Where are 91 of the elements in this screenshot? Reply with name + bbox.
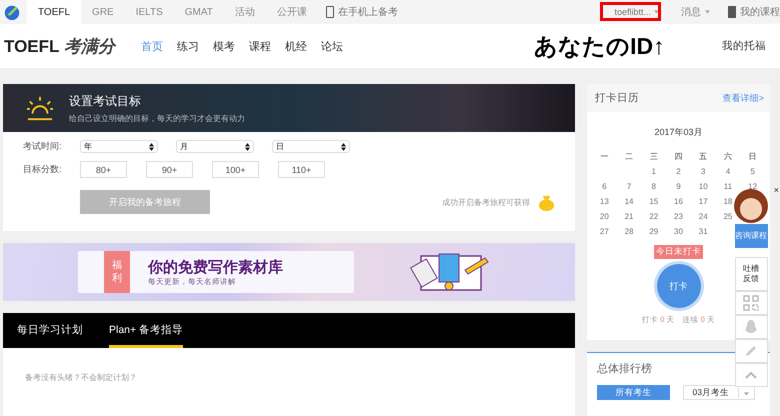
score-option[interactable]: 100+ bbox=[212, 161, 259, 178]
ranking-title: 总体排行榜 bbox=[597, 362, 652, 376]
calendar-day: 3 bbox=[690, 167, 716, 176]
edit-button[interactable] bbox=[734, 339, 768, 363]
calendar-day: 2 bbox=[666, 167, 691, 176]
calendar-day: 8 bbox=[641, 182, 666, 191]
calendar-day: 24 bbox=[690, 212, 716, 221]
calendar-day: 30 bbox=[666, 227, 691, 236]
highlight-frame bbox=[600, 2, 661, 21]
pencil-icon bbox=[743, 343, 759, 359]
calendar-day: 23 bbox=[666, 212, 691, 221]
score-option[interactable]: 90+ bbox=[146, 161, 193, 178]
top-tab[interactable]: TOEFL bbox=[27, 0, 82, 24]
nav-link[interactable]: 模考 bbox=[212, 38, 235, 54]
my-courses-link[interactable]: 我的课程 bbox=[728, 5, 780, 19]
phone-icon bbox=[326, 6, 334, 18]
calendar-day: 29 bbox=[641, 227, 666, 236]
calendar-day: 31 bbox=[690, 227, 716, 236]
plan-tab[interactable]: Plan+ 备考指导 bbox=[109, 313, 184, 348]
reward-text: 成功开启备考旅程可获得 bbox=[442, 196, 530, 208]
my-toefl-link[interactable]: 我的托福 bbox=[722, 39, 766, 53]
calendar-day: 15 bbox=[641, 197, 666, 206]
calendar-day: 11 bbox=[716, 182, 740, 191]
calendar-day: 18 bbox=[716, 197, 740, 206]
date-select[interactable]: 月 bbox=[176, 140, 254, 153]
calendar-day: 21 bbox=[616, 212, 642, 221]
target-score-label: 目标分数: bbox=[23, 163, 63, 176]
back-to-top-button[interactable] bbox=[734, 363, 768, 387]
globe-logo-icon[interactable] bbox=[3, 3, 21, 21]
caret-icon bbox=[705, 10, 710, 14]
calendar-day: 17 bbox=[690, 197, 716, 206]
calendar-month: 2017年03月 bbox=[653, 126, 704, 139]
annotation-text: あなたのID↑ bbox=[534, 32, 665, 61]
coin-bag-icon bbox=[538, 194, 555, 210]
sunrise-icon bbox=[25, 95, 55, 121]
calendar-day: 4 bbox=[716, 167, 740, 176]
nav-link[interactable]: 练习 bbox=[176, 38, 199, 54]
calendar-day: 5 bbox=[740, 167, 765, 176]
logo[interactable]: TOEFL 考满分 bbox=[4, 34, 115, 58]
calendar-day: 7 bbox=[616, 182, 642, 191]
weekday-label: 日 bbox=[748, 151, 758, 162]
plan-prompt: 备考没有头绪？不会制定计划？ bbox=[24, 372, 138, 383]
calendar-day: 9 bbox=[666, 182, 691, 191]
calendar-day: 1 bbox=[641, 167, 666, 176]
calendar-day: 20 bbox=[592, 212, 617, 221]
calendar-day: 25 bbox=[716, 212, 740, 221]
mobile-link[interactable]: 在手机上备考 bbox=[326, 5, 398, 19]
caret-icon bbox=[744, 392, 749, 396]
date-select[interactable]: 日 bbox=[272, 140, 350, 153]
goal-subtitle: 给自己设立明确的目标，每天的学习才会更有动力 bbox=[69, 112, 245, 124]
close-button[interactable]: × bbox=[774, 185, 779, 195]
exam-date-label: 考试时间: bbox=[23, 140, 63, 153]
calendar-day: 16 bbox=[666, 197, 691, 206]
calendar-day: 6 bbox=[592, 182, 617, 191]
up-down-arrows-icon bbox=[149, 142, 154, 150]
nav-link[interactable]: 论坛 bbox=[320, 38, 343, 54]
calendar-day: 10 bbox=[690, 182, 716, 191]
nav-link[interactable]: 机经 bbox=[284, 38, 307, 54]
calendar-day: 13 bbox=[592, 197, 617, 206]
weekday-label: 一 bbox=[599, 151, 610, 162]
feedback-button[interactable]: 吐槽反馈 bbox=[734, 257, 768, 291]
calendar-day: 12 bbox=[740, 182, 765, 191]
up-down-arrows-icon bbox=[245, 142, 250, 150]
checkin-status-badge: 今日未打卡 bbox=[654, 245, 703, 259]
plan-tab[interactable]: 每日学习计划 bbox=[17, 313, 83, 348]
score-option[interactable]: 80+ bbox=[80, 161, 127, 178]
qr-code-icon bbox=[743, 295, 759, 311]
date-select[interactable]: 年 bbox=[80, 140, 158, 153]
book-icon bbox=[728, 6, 736, 18]
chat-button[interactable] bbox=[734, 315, 768, 339]
penguin-icon bbox=[743, 319, 759, 335]
ad-tag: 福利 bbox=[104, 251, 130, 293]
calendar-day: 27 bbox=[592, 227, 617, 236]
weekday-label: 四 bbox=[673, 151, 684, 162]
weekday-label: 三 bbox=[648, 151, 659, 162]
calendar-day: 28 bbox=[616, 227, 642, 236]
calendar-day: 22 bbox=[641, 212, 666, 221]
score-option[interactable]: 110+ bbox=[278, 161, 325, 178]
weekday-label: 五 bbox=[698, 151, 708, 162]
avatar-icon bbox=[733, 188, 769, 224]
weekday-label: 二 bbox=[624, 151, 634, 162]
calendar-day: 14 bbox=[616, 197, 642, 206]
ad-title: 你的免费写作素材库 bbox=[148, 258, 283, 276]
caret-icon bbox=[654, 10, 659, 14]
user-id-dropdown[interactable]: toeflibtt... bbox=[610, 4, 663, 20]
weekday-label: 六 bbox=[722, 151, 733, 162]
qr-code-button[interactable] bbox=[734, 291, 768, 315]
up-down-arrows-icon bbox=[341, 142, 346, 150]
goal-title: 设置考试目标 bbox=[69, 92, 142, 110]
nav-link[interactable]: 课程 bbox=[248, 38, 271, 54]
calendar-title: 打卡日历 bbox=[595, 91, 639, 105]
